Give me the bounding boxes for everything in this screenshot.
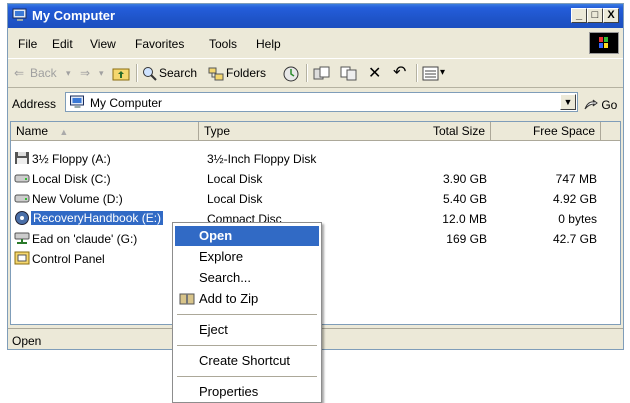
- search-button[interactable]: Search: [159, 66, 197, 80]
- list-item[interactable]: New Volume (D:) Local Disk 5.40 GB 4.92 …: [11, 189, 611, 209]
- address-bar: Address My Computer ▼ Go: [8, 90, 623, 116]
- toolbar-separator: [306, 64, 308, 82]
- item-name: Ead on 'claude' (G:): [32, 232, 138, 246]
- forward-arrow-icon[interactable]: ⇒: [80, 66, 90, 80]
- hard-disk-icon: [14, 194, 30, 203]
- menu-view[interactable]: View: [90, 37, 116, 51]
- undo-icon[interactable]: ↶: [393, 62, 406, 82]
- item-free-space: 747 MB: [555, 172, 597, 186]
- menu-file[interactable]: File: [18, 37, 37, 51]
- context-search[interactable]: Search...: [175, 268, 319, 288]
- item-type: 3½-Inch Floppy Disk: [207, 152, 317, 166]
- floppy-icon: [15, 152, 29, 164]
- address-value: My Computer: [90, 96, 163, 110]
- cd-icon: [15, 211, 29, 225]
- item-free-space: 0 bytes: [558, 212, 597, 226]
- hard-disk-icon: [14, 174, 30, 183]
- title-bar[interactable]: My Computer _ □ X: [8, 4, 623, 28]
- menu-bar: File Edit View Favorites Tools Help: [8, 33, 623, 55]
- item-free-space: 42.7 GB: [552, 232, 597, 246]
- column-header-name[interactable]: Name ▲: [11, 122, 199, 141]
- search-icon[interactable]: [142, 66, 158, 84]
- menu-favorites[interactable]: Favorites: [135, 37, 184, 51]
- menu-separator: [177, 314, 317, 315]
- up-folder-icon[interactable]: [112, 66, 130, 84]
- folders-icon[interactable]: [208, 66, 224, 84]
- windows-logo-icon: [589, 32, 619, 54]
- menu-separator: [177, 376, 317, 377]
- item-type: Local Disk: [207, 192, 263, 206]
- close-button[interactable]: X: [603, 8, 619, 23]
- context-create-shortcut[interactable]: Create Shortcut: [175, 351, 319, 371]
- menu-help[interactable]: Help: [256, 37, 281, 51]
- window-title: My Computer: [32, 8, 116, 23]
- copy-to-icon[interactable]: [340, 66, 357, 84]
- item-total-size: 5.40 GB: [442, 192, 487, 206]
- back-dropdown-icon[interactable]: ▾: [66, 68, 71, 79]
- context-menu: Open Explore Search... Add to Zip Eject …: [172, 222, 322, 403]
- status-text: Open: [12, 334, 42, 348]
- network-drive-icon: [14, 232, 30, 244]
- zip-icon: [179, 293, 195, 305]
- maximize-button[interactable]: □: [587, 8, 603, 23]
- address-label: Address: [12, 97, 57, 111]
- history-icon[interactable]: [283, 66, 300, 85]
- item-total-size: 169 GB: [446, 232, 487, 246]
- my-computer-icon: [12, 8, 27, 21]
- item-total-size: 12.0 MB: [442, 212, 487, 226]
- list-item[interactable]: Local Disk (C:) Local Disk 3.90 GB 747 M…: [11, 169, 611, 189]
- toolbar-separator: [416, 64, 418, 82]
- views-icon[interactable]: [422, 66, 439, 84]
- go-label: Go: [601, 98, 618, 112]
- move-to-icon[interactable]: [313, 66, 330, 84]
- column-header-filler: [601, 122, 620, 141]
- toolbar: ⇐ Back ▾ ⇒ ▾ Search Folders ✕ ↶ ▾: [8, 58, 623, 88]
- back-button[interactable]: Back: [30, 66, 57, 80]
- column-header-free-space[interactable]: Free Space: [491, 122, 601, 141]
- context-open[interactable]: Open: [175, 226, 319, 246]
- address-dropdown-icon[interactable]: ▼: [560, 94, 576, 110]
- menu-tools[interactable]: Tools: [209, 37, 237, 51]
- context-add-to-zip[interactable]: Add to Zip: [175, 289, 319, 309]
- list-item[interactable]: 3½ Floppy (A:) 3½-Inch Floppy Disk: [11, 149, 611, 169]
- item-name: RecoveryHandbook (E:): [31, 211, 164, 225]
- item-free-space: 4.92 GB: [552, 192, 597, 206]
- address-field[interactable]: My Computer ▼: [65, 92, 578, 112]
- my-computer-icon: [70, 95, 84, 108]
- go-arrow-icon: [584, 99, 598, 110]
- item-name: New Volume (D:): [32, 192, 123, 206]
- item-name: Control Panel: [32, 252, 105, 266]
- item-total-size: 3.90 GB: [442, 172, 487, 186]
- context-eject[interactable]: Eject: [175, 320, 319, 340]
- forward-dropdown-icon[interactable]: ▾: [99, 68, 104, 79]
- item-type: Local Disk: [207, 172, 263, 186]
- context-properties[interactable]: Properties: [175, 382, 319, 402]
- context-explore[interactable]: Explore: [175, 247, 319, 267]
- menu-edit[interactable]: Edit: [52, 37, 73, 51]
- toolbar-separator: [136, 64, 138, 82]
- delete-icon[interactable]: ✕: [368, 63, 381, 83]
- context-add-to-zip-label: Add to Zip: [199, 291, 259, 306]
- item-name: 3½ Floppy (A:): [32, 152, 111, 166]
- column-name-label: Name: [16, 124, 49, 138]
- back-arrow-icon[interactable]: ⇐: [14, 66, 24, 80]
- views-dropdown-icon[interactable]: ▾: [440, 67, 445, 78]
- menu-separator: [177, 345, 317, 346]
- control-panel-icon: [14, 251, 30, 265]
- sort-ascending-icon: ▲: [59, 127, 69, 137]
- minimize-button[interactable]: _: [571, 8, 587, 23]
- item-name: Local Disk (C:): [32, 172, 111, 186]
- go-button[interactable]: Go: [584, 98, 617, 112]
- column-header-total-size[interactable]: Total Size: [391, 122, 491, 141]
- folders-button[interactable]: Folders: [226, 66, 266, 80]
